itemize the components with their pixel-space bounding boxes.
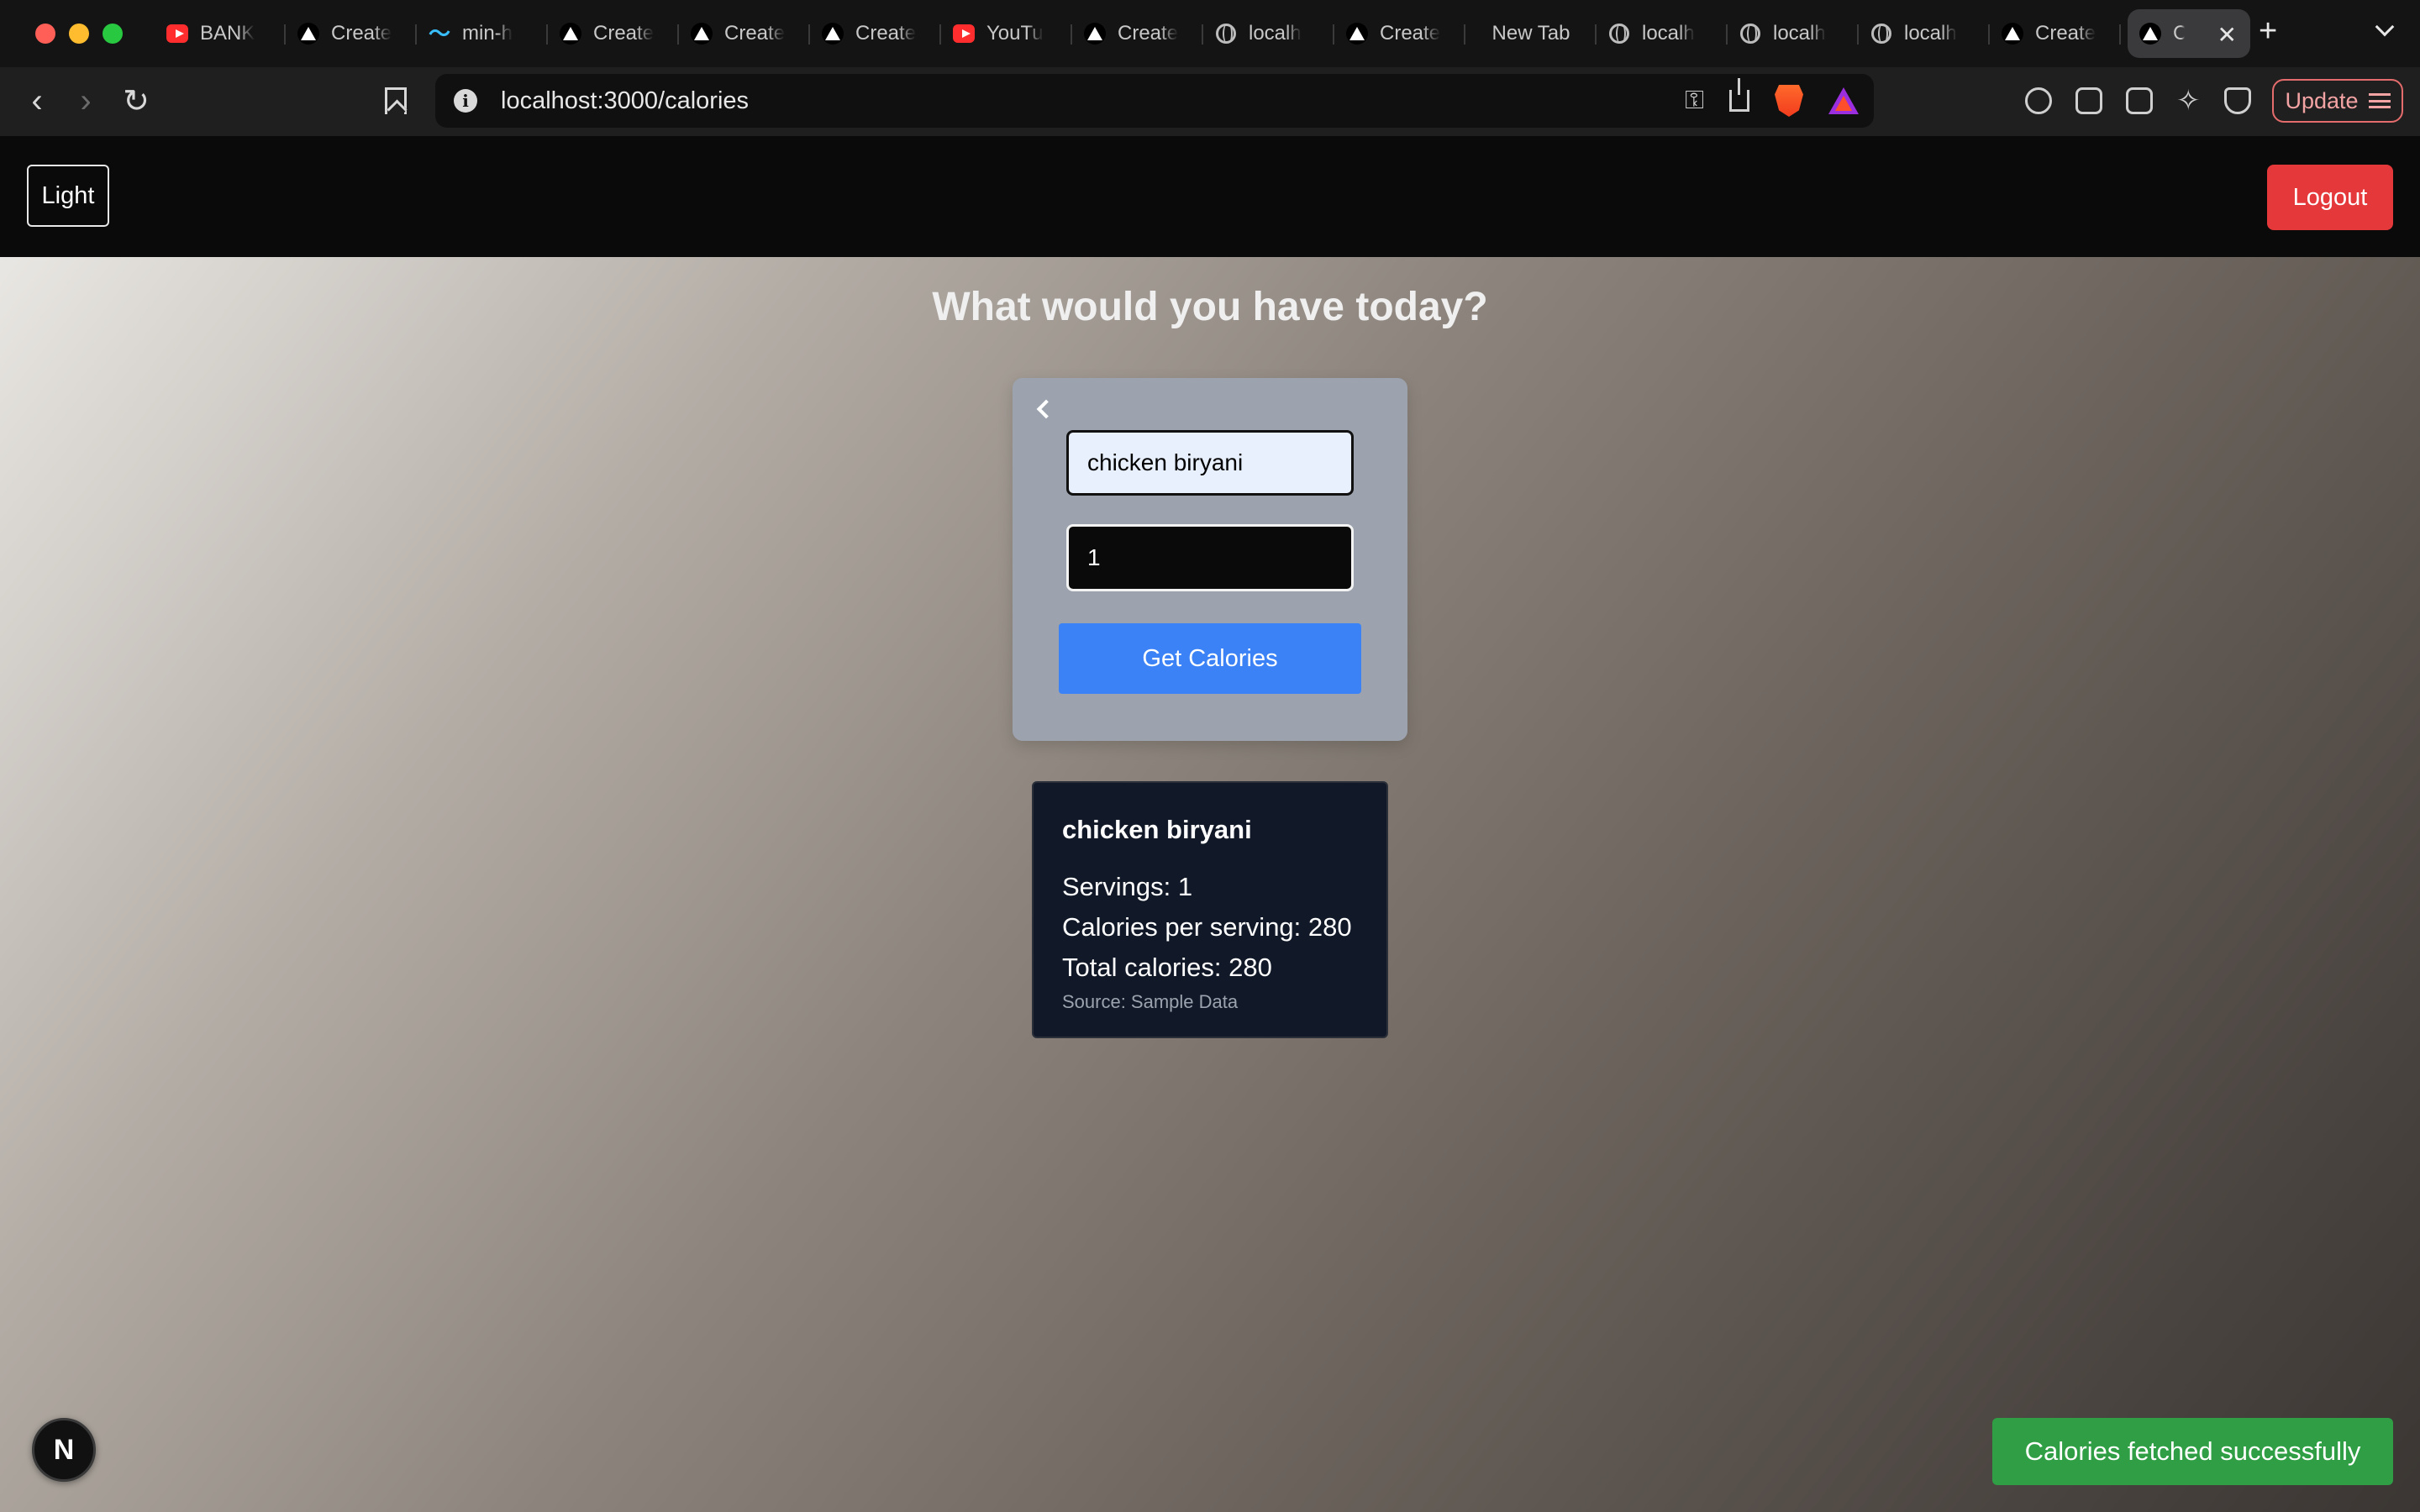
address-bar[interactable]: i localhost:3000/calories ⚿ (435, 74, 1874, 128)
tab-title: localh (1249, 22, 1302, 45)
leo-ai-icon[interactable] (2025, 87, 2052, 114)
vpn-shield-icon[interactable] (2223, 87, 2251, 114)
tab-title: min-h (462, 22, 513, 45)
browser-tab[interactable]: 〜 min-h (417, 9, 548, 58)
sidebar-icon[interactable] (2075, 87, 2102, 114)
tab-title: localh (1642, 22, 1695, 45)
tab-title: BANK (200, 22, 255, 45)
browser-tab[interactable]: Create (1072, 9, 1203, 58)
tab-title: Create (593, 22, 655, 45)
tab-title: C (2173, 22, 2185, 45)
tab-title: Create (2035, 22, 2096, 45)
browser-tab[interactable]: Create (286, 9, 417, 58)
browser-tab[interactable]: Create (810, 9, 941, 58)
result-calories-per-serving: Calories per serving: 280 (1062, 912, 1352, 942)
logout-button[interactable]: Logout (2267, 165, 2393, 230)
tab-title: YouTu (986, 22, 1044, 45)
toolbar-extensions: ✧ (2025, 81, 2251, 121)
sparkle-icon[interactable]: ✧ (2176, 87, 2201, 115)
youtube-icon (953, 23, 975, 45)
tab-list-chevron-icon[interactable] (2375, 17, 2395, 37)
vercel-icon (1346, 23, 1368, 45)
result-servings: Servings: 1 (1062, 872, 1193, 901)
tab-title: New Tab (1491, 22, 1570, 45)
tailwind-icon: 〜 (429, 21, 451, 46)
globe-icon (1215, 23, 1237, 45)
bookmark-icon[interactable] (385, 87, 407, 114)
update-label: Update (2285, 87, 2359, 113)
tab-title: Create (724, 22, 786, 45)
vercel-icon (691, 23, 713, 45)
calorie-form-card: Get Calories (1013, 378, 1407, 741)
tab-title: Create (1380, 22, 1441, 45)
tab-title: Create (331, 22, 392, 45)
vercel-icon (2002, 23, 2023, 45)
vercel-icon (822, 23, 844, 45)
browser-tab[interactable]: localh (1859, 9, 1990, 58)
window-maximize-button[interactable] (103, 24, 123, 44)
page-title: What would you have today? (932, 285, 1488, 329)
tab-strip: BANK Create 〜 min-h Create Create Create… (155, 8, 2250, 59)
brave-rewards-icon[interactable] (1828, 87, 1859, 114)
update-button[interactable]: Update (2272, 79, 2403, 123)
key-icon[interactable]: ⚿ (1685, 87, 1704, 115)
vercel-icon (1084, 23, 1106, 45)
browser-tab-bar: BANK Create 〜 min-h Create Create Create… (0, 0, 2420, 67)
result-card: chicken biryani Servings: 1 Calories per… (1032, 781, 1388, 1038)
success-toast: Calories fetched successfully (1992, 1418, 2393, 1485)
browser-tab[interactable]: Create (679, 9, 810, 58)
browser-tab[interactable]: localh (1203, 9, 1334, 58)
youtube-icon (166, 23, 188, 45)
tab-title: Create (855, 22, 917, 45)
browser-tab[interactable]: Create (548, 9, 679, 58)
globe-icon (1739, 23, 1761, 45)
window-close-button[interactable] (35, 24, 55, 44)
globe-icon (1608, 23, 1630, 45)
servings-input[interactable] (1066, 524, 1354, 591)
nextjs-dev-badge[interactable]: N (32, 1418, 96, 1482)
url-text[interactable]: localhost:3000/calories (501, 87, 749, 115)
new-tab-icon[interactable]: + (2259, 15, 2277, 47)
vercel-icon (560, 23, 581, 45)
food-input[interactable] (1066, 430, 1354, 496)
tab-title: localh (1773, 22, 1826, 45)
result-total-calories: Total calories: 280 (1062, 953, 1272, 982)
get-calories-button[interactable]: Get Calories (1059, 623, 1361, 694)
back-arrow-icon[interactable]: ‹ (18, 82, 55, 119)
globe-icon (1870, 23, 1892, 45)
app-header: Light Logout (0, 136, 2420, 257)
brave-shields-icon[interactable] (1775, 85, 1803, 117)
tab-title: Create (1118, 22, 1179, 45)
app-main: What would you have today? Get Calories … (0, 257, 2420, 1512)
tab-title: localh (1904, 22, 1957, 45)
back-chevron-icon[interactable] (1031, 396, 1056, 422)
browser-tab[interactable]: Create (1334, 9, 1465, 58)
browser-tab[interactable]: localh (1597, 9, 1728, 58)
browser-tab-active[interactable]: C ✕ (2128, 9, 2250, 58)
browser-tab[interactable]: localh (1728, 9, 1859, 58)
window-minimize-button[interactable] (69, 24, 89, 44)
browser-tab[interactable]: New Tab (1465, 9, 1597, 58)
close-tab-icon[interactable]: ✕ (2217, 21, 2237, 49)
browser-tab[interactable]: Create (1990, 9, 2121, 58)
vercel-icon (297, 23, 319, 45)
theme-toggle-button[interactable]: Light (27, 165, 109, 227)
result-source: Source: Sample Data (1062, 991, 1239, 1012)
share-icon[interactable] (1729, 78, 1749, 112)
site-info-icon[interactable]: i (454, 89, 477, 113)
browser-tab[interactable]: YouTu (941, 9, 1072, 58)
wallet-icon[interactable] (2126, 87, 2153, 114)
forward-arrow-icon[interactable]: › (67, 82, 104, 119)
menu-icon (2368, 93, 2391, 108)
result-food-name: chicken biryani (1062, 815, 1252, 844)
browser-tab[interactable]: BANK (155, 9, 286, 58)
reload-icon[interactable]: ↻ (118, 82, 155, 119)
vercel-icon (2139, 23, 2161, 45)
